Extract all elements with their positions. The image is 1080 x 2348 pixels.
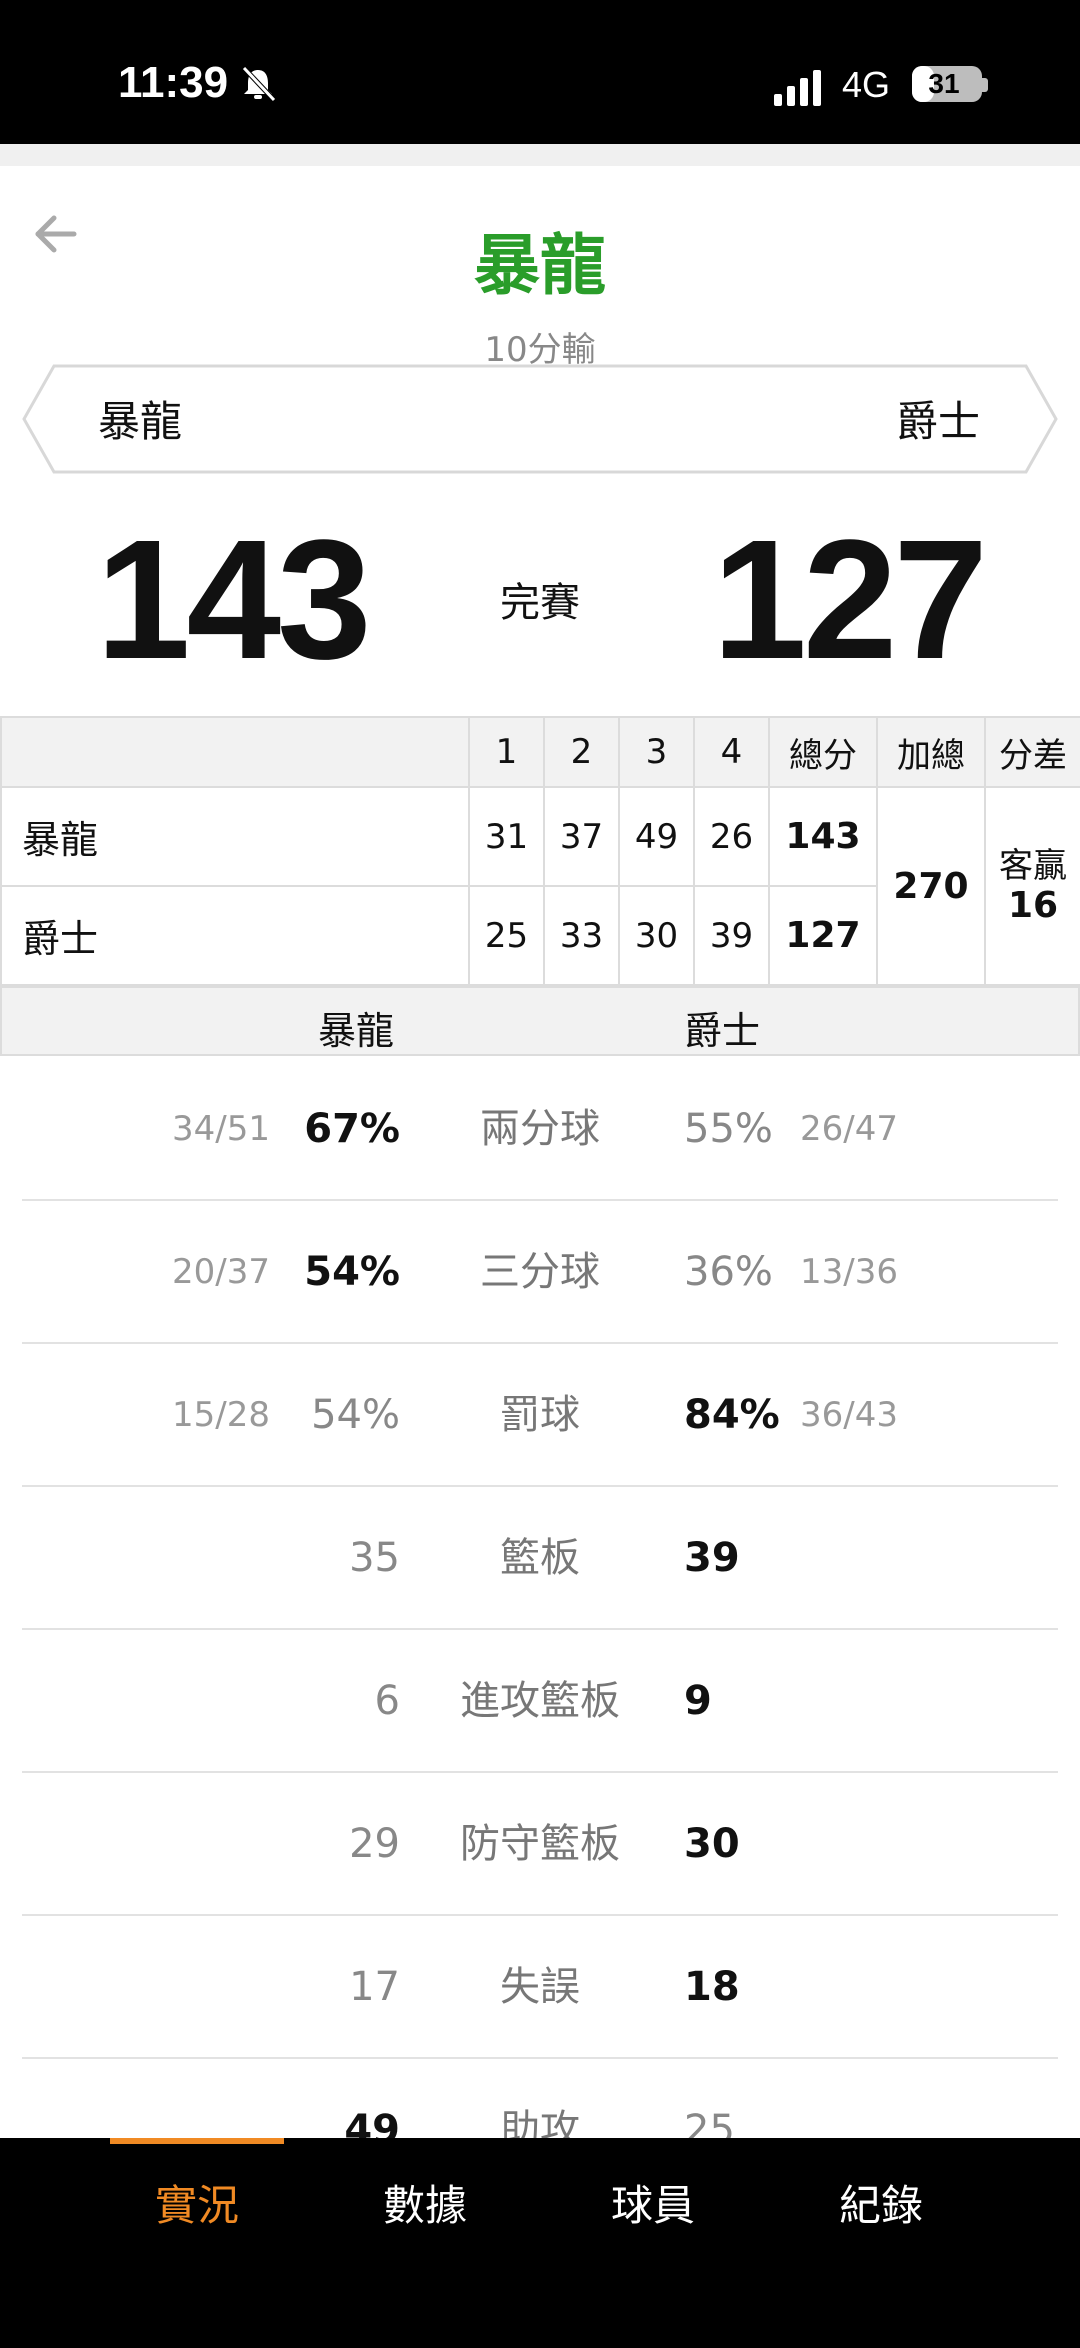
tab-stats[interactable]: 數據 [335, 2172, 515, 2233]
status-time: 11:39 [118, 58, 229, 107]
active-tab-indicator [110, 2138, 284, 2144]
list-item: 34/51 67% 兩分球 55% 26/47 [22, 1058, 1058, 1201]
home-team-link[interactable]: 暴龍 [98, 388, 182, 449]
stat-name: 助攻 [500, 2107, 580, 2138]
away-made-attempts: 13/36 [800, 1252, 898, 1292]
away-score: 127 [712, 505, 988, 695]
stat-name: 三分球 [480, 1249, 600, 1295]
list-item: 6 進攻籃板 9 [22, 1630, 1058, 1773]
away-made-attempts: 26/47 [800, 1109, 898, 1149]
tab-players[interactable]: 球員 [563, 2172, 743, 2233]
quarter-score-table: 1 2 3 4 總分 加總 分差 暴龍 31 37 49 26 143 270 … [0, 716, 1080, 986]
stat-name: 進攻籃板 [460, 1678, 620, 1724]
score-diff-cell: 客贏 16 [984, 786, 1080, 986]
list-item: 35 籃板 39 [22, 1487, 1058, 1630]
battery-tip [982, 78, 988, 92]
stat-name: 防守籃板 [460, 1821, 620, 1867]
away-stat-value: 39 [684, 1535, 740, 1581]
list-item: 17 失誤 18 [22, 1916, 1058, 2059]
away-stat-value: 30 [684, 1821, 740, 1867]
list-item: 29 防守籃板 30 [22, 1773, 1058, 1916]
table-row: 暴龍 31 37 49 26 143 270 客贏 16 [0, 786, 1080, 986]
row-total: 127 [768, 885, 878, 986]
away-stat-value: 36% [684, 1249, 773, 1295]
bell-slash-icon [242, 66, 276, 102]
away-stat-value: 84% [684, 1392, 780, 1438]
row-team-name: 暴龍 [0, 786, 470, 887]
stat-name: 罰球 [500, 1392, 580, 1438]
away-stat-value: 9 [684, 1678, 712, 1724]
battery-percent: 31 [928, 68, 960, 99]
row-q1: 25 [468, 885, 545, 986]
signal-bars-icon [774, 70, 821, 106]
stats-header-away: 爵士 [684, 1009, 761, 1053]
list-item: 15/28 54% 罰球 84% 36/43 [22, 1344, 1058, 1487]
list-item: 20/37 54% 三分球 36% 13/36 [22, 1201, 1058, 1344]
header-q3: 3 [618, 716, 695, 788]
header-total: 總分 [768, 716, 878, 788]
away-made-attempts: 36/43 [800, 1395, 898, 1435]
stat-name: 失誤 [500, 1964, 580, 2010]
header-q2: 2 [543, 716, 620, 788]
table-header-team [0, 716, 470, 788]
network-type: 4G [842, 64, 891, 105]
diff-label: 客贏 [999, 846, 1067, 886]
row-q3: 30 [618, 885, 695, 986]
bottom-tab-bar: 實況 數據 球員 紀錄 [0, 2138, 1080, 2348]
diff-value: 16 [1007, 885, 1059, 926]
header-q1: 1 [468, 716, 545, 788]
row-team-name: 爵士 [0, 885, 470, 986]
stat-name: 籃板 [500, 1535, 580, 1581]
header-combined: 加總 [876, 716, 986, 788]
away-stat-value: 18 [684, 1964, 740, 2010]
away-stat-value: 25 [684, 2107, 735, 2138]
header-diff: 分差 [984, 716, 1080, 788]
row-q3: 49 [618, 786, 695, 887]
row-total: 143 [768, 786, 878, 887]
combined-score: 270 [876, 786, 986, 986]
row-q1: 31 [468, 786, 545, 887]
row-q2: 33 [543, 885, 620, 986]
status-bar: 11:39 4G 31 [0, 0, 1080, 144]
row-q2: 37 [543, 786, 620, 887]
stats-header-home: 暴龍 [318, 1009, 395, 1053]
away-team-link[interactable]: 爵士 [896, 388, 980, 449]
away-stat-value: 55% [684, 1106, 773, 1152]
header-divider [0, 144, 1080, 166]
table-header-row: 1 2 3 4 總分 加總 分差 [0, 716, 1080, 788]
tab-live[interactable]: 實況 [107, 2172, 287, 2233]
tab-records[interactable]: 紀錄 [791, 2172, 971, 2233]
stats-list: 34/51 67% 兩分球 55% 26/47 20/37 54% 三分球 36… [0, 1058, 1080, 2138]
row-q4: 39 [693, 885, 770, 986]
header-q4: 4 [693, 716, 770, 788]
battery-icon: 31 [912, 66, 982, 102]
stat-name: 兩分球 [480, 1106, 600, 1152]
list-item: 49 助攻 25 [22, 2059, 1058, 2138]
row-q4: 26 [693, 786, 770, 887]
page-title: 暴龍 [474, 227, 606, 304]
stats-header: 暴龍 爵士 [0, 986, 1080, 1056]
